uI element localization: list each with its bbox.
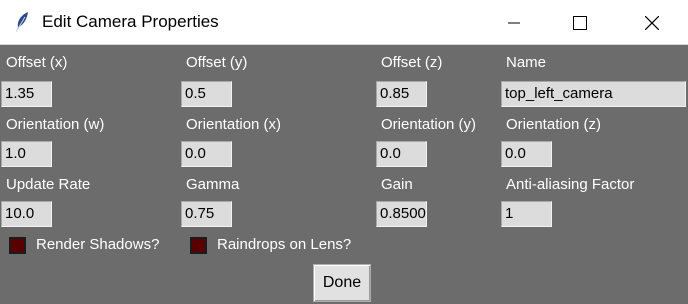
orientation-z-label: Orientation (z) [506,116,602,133]
name-label: Name [506,54,547,71]
minimize-icon [508,22,520,23]
gamma-label: Gamma [186,176,240,193]
offset-z-field[interactable]: 0.85 [376,81,427,107]
done-button[interactable]: Done [313,264,371,302]
offset-y-label: Offset (y) [186,54,248,71]
render-shadows-label[interactable]: Render Shadows? [36,236,159,253]
offset-x-label: Offset (x) [6,54,68,71]
close-icon [645,15,659,30]
orientation-y-label: Orientation (y) [381,116,477,133]
offset-x-field[interactable]: 1.35 [1,81,52,107]
update-rate-label: Update Rate [6,176,91,193]
offset-y-field[interactable]: 0.5 [181,81,232,107]
raindrops-on-lens-label[interactable]: Raindrops on Lens? [217,236,351,253]
camera-properties-window: Edit Camera Properties Offset (x) Offset… [0,0,688,304]
minimize-button[interactable] [491,0,537,45]
orientation-y-field[interactable]: 0.0 [376,141,427,167]
orientation-w-label: Orientation (w) [6,116,105,133]
orientation-w-field[interactable]: 1.0 [1,141,52,167]
orientation-x-field[interactable]: 0.0 [181,141,232,167]
gain-field[interactable]: 0.8500 [376,201,427,227]
maximize-icon [573,15,587,30]
maximize-button[interactable] [557,0,603,45]
render-shadows-checkbox-box[interactable] [9,237,26,254]
name-field[interactable]: top_left_camera [501,81,686,107]
title-bar[interactable]: Edit Camera Properties [0,0,688,45]
raindrops-on-lens-checkbox-box[interactable] [190,237,207,254]
close-button[interactable] [629,0,675,45]
anti-aliasing-factor-label: Anti-aliasing Factor [506,176,635,193]
offset-z-label: Offset (z) [381,54,443,71]
update-rate-field[interactable]: 10.0 [1,201,52,227]
feather-icon [13,11,31,33]
gamma-field[interactable]: 0.75 [181,201,232,227]
orientation-x-label: Orientation (x) [186,116,282,133]
anti-aliasing-factor-field[interactable]: 1 [501,201,552,227]
gain-label: Gain [381,176,413,193]
window-title: Edit Camera Properties [42,12,219,31]
orientation-z-field[interactable]: 0.0 [501,141,552,167]
